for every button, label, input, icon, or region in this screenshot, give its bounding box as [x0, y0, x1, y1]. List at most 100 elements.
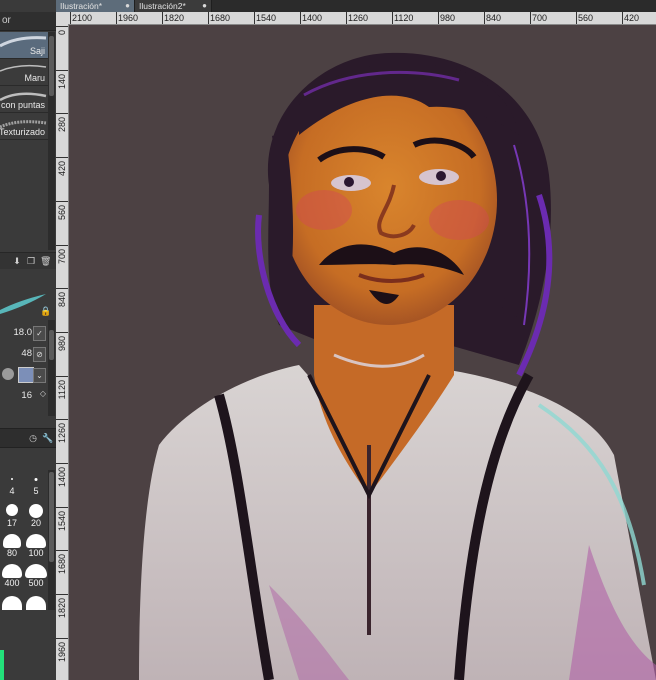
ruler-label: 0: [57, 30, 67, 36]
size-label: 400: [4, 578, 20, 588]
size-dot[interactable]: [2, 596, 22, 610]
size-dot: [6, 504, 18, 516]
brush-label: Maru: [24, 73, 45, 83]
ruler-label: 1400: [302, 13, 323, 23]
brush-density-row[interactable]: 16 ◇: [0, 387, 48, 405]
brush-list-scrollbar[interactable]: [48, 32, 55, 250]
size-label: 17: [6, 518, 17, 528]
chevron-down-icon[interactable]: ⌄: [33, 368, 46, 383]
trash-icon[interactable]: 🗑: [40, 256, 51, 266]
brush-label: Texturizado: [0, 127, 45, 137]
size-label: 100: [28, 548, 44, 558]
scrollbar-thumb[interactable]: [49, 330, 54, 360]
brush-size-grid: 4 5 17 20 80 100 400 500: [0, 470, 48, 610]
size-grid-bottom-row: [0, 594, 48, 610]
size-dot[interactable]: [26, 596, 46, 610]
ruler-label: 840: [57, 292, 67, 308]
ruler-tick: [56, 594, 68, 595]
ruler-label: 700: [57, 249, 67, 265]
brush-item-saji[interactable]: Saji: [0, 32, 48, 59]
duplicate-icon[interactable]: ❐: [26, 256, 36, 266]
tab-label: Ilustración2*: [139, 1, 186, 11]
texture-swatch-icon[interactable]: [2, 368, 14, 380]
size-cell[interactable]: 5: [24, 470, 48, 502]
ruler-label: 1540: [256, 13, 277, 23]
size-dot: [29, 504, 43, 518]
size-dot: [25, 564, 47, 578]
ruler-label: 420: [57, 161, 67, 177]
size-dot: [34, 478, 38, 481]
ruler-label: 560: [578, 13, 594, 23]
active-indicator: [0, 650, 4, 680]
ruler-tick: [56, 463, 68, 464]
clock-icon[interactable]: ◷: [28, 433, 38, 443]
panel-header-label: or: [2, 15, 11, 26]
drawing-canvas[interactable]: [69, 25, 656, 680]
brush-item-con-puntas[interactable]: con puntas: [0, 86, 48, 113]
close-icon[interactable]: ●: [202, 0, 207, 12]
check-icon[interactable]: ✓: [33, 326, 46, 341]
brush-opacity-value[interactable]: 48: [21, 348, 32, 359]
ruler-tick: [56, 288, 68, 289]
ruler-tick: [56, 245, 68, 246]
ruler-horizontal: 2100 1960 1820 1680 1540 1400 1260 1120 980 840 70…: [56, 12, 656, 25]
size-cell[interactable]: 4: [0, 470, 24, 502]
brush-label: con puntas: [0, 100, 45, 110]
ruler-label: 420: [624, 13, 640, 23]
ruler-vertical: 0 140 280 420 560 700 840 980 1120 1260 1400 1540 16…: [56, 24, 69, 680]
tab-ilustracion[interactable]: Ilustración* ●: [56, 0, 135, 12]
ruler-tick: [56, 638, 68, 639]
clip-studio-window: or Saji Maru con puntas Texturizado ⬇ ❐ …: [0, 0, 656, 680]
ruler-label: 140: [57, 74, 67, 90]
lock-icon[interactable]: 🔒: [40, 306, 51, 316]
scrollbar-thumb[interactable]: [49, 36, 54, 96]
spinner-icon[interactable]: ◇: [40, 389, 46, 398]
import-icon[interactable]: ⬇: [12, 256, 22, 266]
brush-opacity-row[interactable]: 48 ⊘: [0, 345, 48, 363]
ruler-label: 840: [486, 13, 502, 23]
ruler-tick: [56, 157, 68, 158]
brush-size-row[interactable]: 18.0 ✓: [0, 324, 48, 342]
size-cell[interactable]: 500: [24, 564, 48, 596]
tab-label: Ilustración*: [60, 1, 103, 11]
size-label: 500: [28, 578, 44, 588]
size-label: 80: [6, 548, 17, 558]
brush-list-toolbar: ⬇ ❐ 🗑: [0, 252, 56, 269]
ruler-label: 700: [532, 13, 548, 23]
size-cell[interactable]: 400: [0, 564, 24, 596]
properties-scrollbar[interactable]: [48, 320, 55, 416]
ruler-label: 1820: [57, 598, 67, 619]
ruler-label: 1680: [57, 554, 67, 575]
scrollbar-thumb[interactable]: [49, 472, 54, 562]
close-icon[interactable]: ●: [125, 0, 130, 12]
ruler-label: 1960: [118, 13, 139, 23]
size-label: 5: [33, 486, 39, 496]
texture-selected-icon[interactable]: [18, 367, 34, 383]
brush-item-maru[interactable]: Maru: [0, 59, 48, 86]
brush-size-value[interactable]: 18.0: [14, 327, 33, 338]
size-grid-scrollbar[interactable]: [48, 470, 55, 610]
ruler-label: 1120: [394, 13, 414, 23]
ruler-label: 1960: [57, 642, 67, 663]
size-cell[interactable]: 80: [0, 534, 24, 566]
ruler-tick: [56, 70, 68, 71]
brush-density-value[interactable]: 16: [21, 390, 32, 401]
ruler-label: 1260: [57, 423, 67, 444]
size-cell[interactable]: 20: [24, 504, 48, 536]
panel-header: or: [0, 12, 56, 31]
brush-item-texturizado[interactable]: Texturizado: [0, 113, 48, 140]
size-cell[interactable]: 17: [0, 504, 24, 536]
tab-ilustracion2[interactable]: Ilustración2* ●: [135, 0, 212, 12]
texture-row[interactable]: ⌄: [0, 366, 48, 384]
size-cell[interactable]: 100: [24, 534, 48, 566]
brush-label: Saji: [29, 46, 45, 56]
size-dot: [2, 564, 22, 578]
disabled-icon[interactable]: ⊘: [33, 347, 46, 362]
brush-panel: or Saji Maru con puntas Texturizado ⬇ ❐ …: [0, 0, 56, 680]
ruler-tick: [56, 550, 68, 551]
wrench-icon[interactable]: 🔧: [42, 433, 53, 443]
ruler-label: 1120: [57, 380, 67, 400]
ruler-label: 980: [440, 13, 456, 23]
ruler-label: 1540: [57, 511, 67, 532]
ruler-tick: [56, 201, 68, 202]
